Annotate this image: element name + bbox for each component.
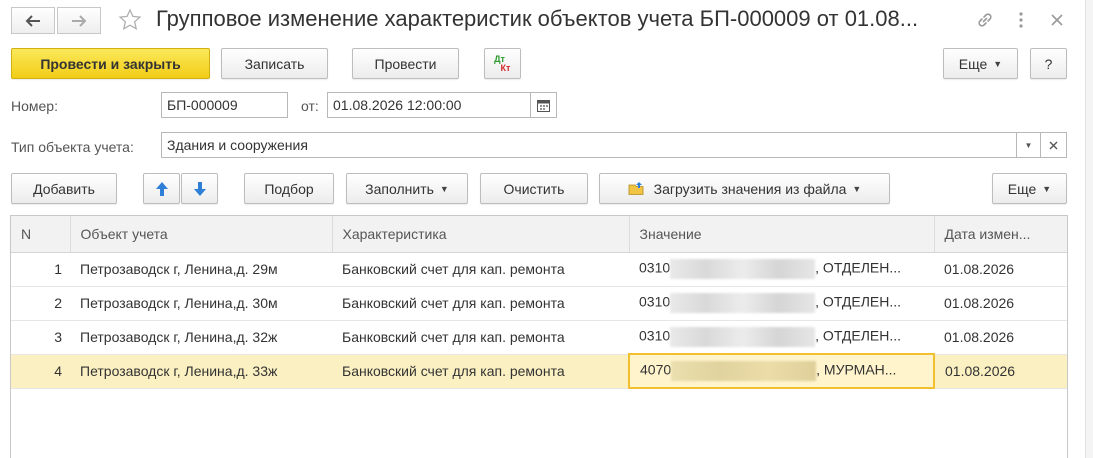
date-field[interactable]: 01.08.2026 12:00:00	[327, 92, 531, 118]
value-cell[interactable]: 0310 , ОТДЕЛЕН...	[629, 252, 934, 287]
calendar-button[interactable]	[530, 92, 557, 118]
object-cell[interactable]: Петрозаводск г, Ленина,д. 29м	[70, 252, 332, 287]
fill-label: Заполнить	[365, 180, 434, 197]
column-header-date[interactable]: Дата измен...	[934, 216, 1067, 253]
value-cell[interactable]: 4070 , МУРМАН...	[628, 353, 935, 389]
more-vertical-icon[interactable]	[1010, 9, 1032, 31]
load-from-file-button[interactable]: Загрузить значения из файла ▼	[599, 173, 890, 204]
number-field[interactable]: БП-000009	[161, 92, 288, 118]
chevron-down-icon: ▼	[993, 58, 1003, 69]
move-down-button[interactable]	[181, 173, 218, 204]
number-label: Номер:	[11, 98, 58, 114]
save-button[interactable]: Записать	[221, 48, 328, 79]
add-button[interactable]: Добавить	[11, 173, 117, 204]
column-header-characteristic[interactable]: Характеристика	[332, 216, 630, 253]
row-number: 2	[11, 286, 70, 321]
arrow-up-icon	[155, 181, 168, 196]
clear-button[interactable]: Очистить	[480, 173, 588, 204]
table-row-selected[interactable]: 4 Петрозаводск г, Ленина,д. 33ж Банковск…	[11, 353, 1067, 389]
redacted-block	[670, 326, 816, 347]
value-prefix: 0310	[639, 259, 671, 276]
date-cell[interactable]: 01.08.2026	[934, 252, 1067, 287]
chevron-down-icon: ▼	[1042, 183, 1052, 194]
characteristics-table: N Объект учета Характеристика Значение Д…	[11, 216, 1067, 389]
row-number: 3	[11, 320, 70, 355]
value-suffix: , МУРМАН...	[816, 361, 897, 378]
favorite-star-icon[interactable]	[116, 6, 144, 34]
link-icon[interactable]	[974, 9, 996, 31]
table-header-row: N Объект учета Характеристика Значение Д…	[11, 216, 1067, 253]
value-suffix: , ОТДЕЛЕН...	[815, 327, 902, 344]
load-from-file-label: Загрузить значения из файла	[653, 180, 847, 197]
characteristic-cell[interactable]: Банковский счет для кап. ремонта	[332, 252, 629, 287]
window-title: Групповое изменение характеристик объект…	[156, 6, 919, 31]
redacted-block	[670, 293, 816, 313]
column-header-value[interactable]: Значение	[629, 216, 935, 253]
date-cell[interactable]: 01.08.2026	[934, 354, 1067, 389]
characteristic-cell[interactable]: Банковский счет для кап. ремонта	[332, 354, 629, 389]
row-number: 1	[11, 252, 70, 287]
object-type-field[interactable]: Здания и сооружения	[161, 132, 1017, 158]
help-button[interactable]: ?	[1030, 48, 1067, 79]
move-up-button[interactable]	[143, 173, 180, 204]
characteristic-cell[interactable]: Банковский счет для кап. ремонта	[332, 320, 629, 355]
object-cell[interactable]: Петрозаводск г, Ленина,д. 33ж	[70, 354, 332, 389]
column-header-n[interactable]: N	[11, 216, 71, 253]
value-prefix: 4070	[640, 361, 672, 378]
column-header-object[interactable]: Объект учета	[70, 216, 333, 253]
table-more-button[interactable]: Еще ▼	[992, 173, 1067, 204]
arrow-down-icon	[193, 181, 206, 196]
value-cell[interactable]: 0310 , ОТДЕЛЕН...	[629, 320, 934, 355]
post-and-close-button[interactable]: Провести и закрыть	[11, 48, 210, 79]
close-icon	[1049, 141, 1058, 149]
table-row[interactable]: 3 Петрозаводск г, Ленина,д. 32ж Банковск…	[11, 320, 1067, 355]
redacted-block	[670, 259, 816, 279]
kt-label: Кт	[500, 62, 511, 73]
date-cell[interactable]: 01.08.2026	[934, 286, 1067, 321]
close-icon[interactable]	[1046, 9, 1068, 31]
chevron-down-icon: ▼	[439, 183, 449, 194]
value-prefix: 0310	[639, 293, 671, 310]
date-label: от:	[301, 98, 319, 114]
arrow-left-icon	[25, 14, 40, 27]
value-suffix: , ОТДЕЛЕН...	[815, 259, 902, 276]
characteristic-cell[interactable]: Банковский счет для кап. ремонта	[332, 286, 629, 321]
table-more-label: Еще	[1007, 180, 1037, 197]
value-prefix: 0310	[639, 327, 671, 344]
arrow-right-icon	[72, 14, 87, 27]
object-cell[interactable]: Петрозаводск г, Ленина,д. 32ж	[70, 320, 332, 355]
date-cell[interactable]: 01.08.2026	[934, 320, 1067, 355]
more-label: Еще	[958, 55, 988, 72]
chevron-down-icon[interactable]: ▼	[1016, 132, 1041, 158]
redacted-block	[671, 361, 817, 381]
back-button[interactable]	[11, 7, 55, 34]
value-suffix: , ОТДЕЛЕН...	[815, 293, 902, 310]
select-button[interactable]: Подбор	[244, 173, 334, 204]
object-cell[interactable]: Петрозаводск г, Ленина,д. 30м	[70, 286, 332, 321]
calendar-icon	[537, 99, 550, 112]
table-row[interactable]: 1 Петрозаводск г, Ленина,д. 29м Банковск…	[11, 252, 1067, 287]
fill-button[interactable]: Заполнить ▼	[346, 173, 468, 204]
clear-field-button[interactable]	[1040, 132, 1067, 158]
chevron-down-icon: ▼	[852, 183, 862, 194]
table-row[interactable]: 2 Петрозаводск г, Ленина,д. 30м Банковск…	[11, 286, 1067, 321]
value-cell[interactable]: 0310 , ОТДЕЛЕН...	[629, 286, 934, 321]
object-type-label: Тип объекта учета:	[11, 139, 134, 155]
forward-button[interactable]	[57, 7, 101, 34]
dt-kt-report-button[interactable]: Дт Кт	[484, 48, 521, 79]
row-number: 4	[11, 354, 70, 389]
scrollbar[interactable]	[1085, 0, 1093, 458]
more-button[interactable]: Еще ▼	[943, 48, 1018, 79]
folder-open-icon	[628, 182, 644, 195]
post-button[interactable]: Провести	[352, 48, 459, 79]
